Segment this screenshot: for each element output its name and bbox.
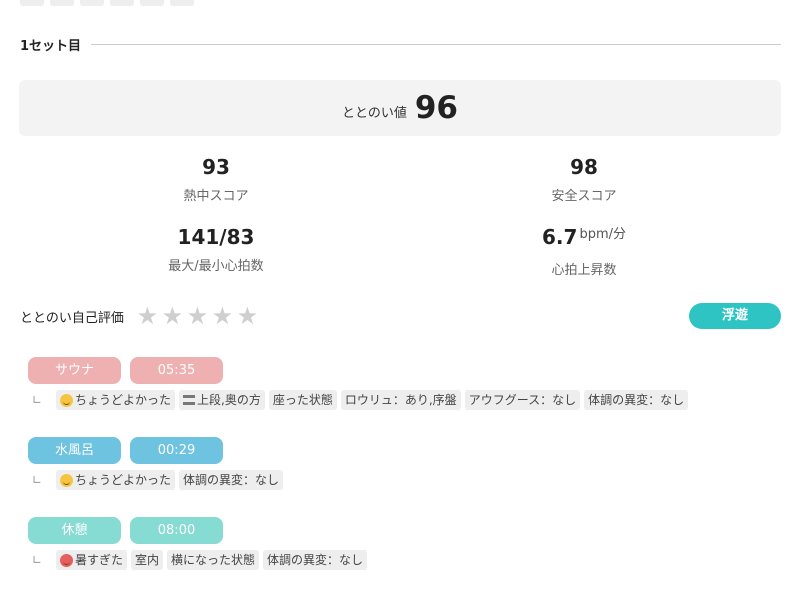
stat-label: 最大/最小心拍数 [168, 259, 264, 274]
tag-chip: … [80, 0, 104, 6]
note-chip: ちょうどよかった [56, 470, 176, 490]
star-rating[interactable]: ★ ★ ★ ★ ★ [136, 304, 259, 328]
phase-name-pill: 休憩 [28, 517, 121, 544]
phase-cold-bath: 水風呂 00:29 ∟ ちょうどよかった 体調の異変：なし [28, 437, 284, 490]
phase-rest: 休憩 08:00 ∟ 暑すぎた 室内 横になった状態 体調の異変：なし [28, 517, 368, 570]
phase-name-pill: サウナ [28, 357, 121, 384]
tag-chip: … [140, 0, 164, 6]
tag-chip: … [20, 0, 44, 6]
phase-name-pill: 水風呂 [28, 437, 121, 464]
stat-heart-rate-range: 141/83 最大/最小心拍数 [116, 224, 316, 276]
note-chip: 体調の異変：なし [179, 470, 284, 490]
phase-time-pill: 00:29 [130, 437, 223, 464]
stat-label: 熱中スコア [183, 189, 249, 204]
stat-heat-score: 93 熱中スコア [116, 154, 316, 206]
star-icon[interactable]: ★ [161, 304, 184, 328]
note-chip: 上段,奥の方 [179, 390, 265, 410]
divider [91, 43, 781, 45]
totonoi-label: ととのい値 [341, 105, 407, 121]
tag-chip: … [170, 0, 194, 6]
branch-icon: ∟ [32, 473, 43, 487]
tag-chip: … [110, 0, 134, 6]
stat-value: 141/83 [177, 225, 255, 249]
phase-notes: ∟ ちょうどよかった 上段,奥の方 座った状態 ロウリュ：あり,序盤 アウフグー… [28, 390, 689, 410]
set-header: 1セット目 [20, 34, 781, 54]
stat-safety-score: 98 安全スコア [484, 154, 684, 206]
note-chip: 体調の異変：なし [263, 550, 368, 570]
star-icon[interactable]: ★ [236, 304, 259, 328]
stat-label: 心拍上昇数 [551, 263, 617, 278]
note-chip: 座った状態 [268, 390, 337, 410]
tag-chip: … [50, 0, 74, 6]
phase-time-pill: 05:35 [130, 357, 223, 384]
stat-value: 93 [202, 155, 230, 179]
smile-emoji-icon [60, 393, 73, 407]
floating-button[interactable]: 浮遊 [689, 303, 781, 329]
phase-notes: ∟ ちょうどよかった 体調の異変：なし [28, 470, 284, 490]
branch-icon: ∟ [32, 553, 43, 567]
totonoi-value-box: ととのい値 96 [19, 80, 781, 136]
stat-value: 6.7 bpm/分 [542, 225, 626, 249]
phase-time-pill: 08:00 [130, 517, 223, 544]
star-icon[interactable]: ★ [211, 304, 234, 328]
note-chip: 横になった状態 [167, 550, 260, 570]
self-evaluation-label: ととのい自己評価 [20, 310, 124, 326]
star-icon[interactable]: ★ [186, 304, 209, 328]
tier-icon [183, 395, 196, 405]
note-chip: アウフグース：なし [464, 390, 581, 410]
note-chip: 体調の異変：なし [584, 390, 689, 410]
note-chip: 室内 [131, 550, 164, 570]
stat-unit: bpm/分 [579, 227, 626, 242]
note-chip: ロウリュ：あり,序盤 [340, 390, 461, 410]
phase-notes: ∟ 暑すぎた 室内 横になった状態 体調の異変：なし [28, 550, 368, 570]
stat-heart-rate-rise: 6.7 bpm/分 心拍上昇数 [484, 224, 684, 280]
set-title: 1セット目 [20, 38, 82, 54]
branch-icon: ∟ [32, 393, 43, 407]
previous-tags-row: … … … … … … [20, 0, 194, 6]
self-evaluation-row: ととのい自己評価 ★ ★ ★ ★ ★ 浮遊 [20, 302, 781, 330]
smile-emoji-icon [60, 473, 73, 487]
totonoi-value: 96 [414, 90, 458, 126]
note-chip: ちょうどよかった [56, 390, 176, 410]
star-icon[interactable]: ★ [136, 304, 159, 328]
note-chip: 暑すぎた [56, 550, 128, 570]
stat-label: 安全スコア [551, 189, 617, 204]
stat-value: 98 [570, 155, 598, 179]
phase-sauna: サウナ 05:35 ∟ ちょうどよかった 上段,奥の方 座った状態 ロウリュ：あ… [28, 357, 689, 410]
hot-face-emoji-icon [60, 553, 73, 567]
